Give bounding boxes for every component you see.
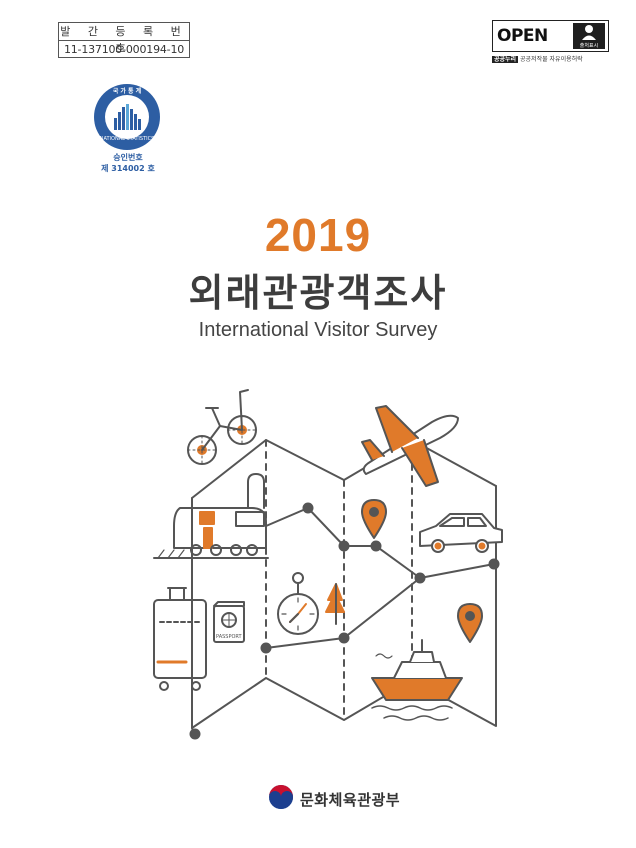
open-license-box: OPEN 출처표시 [492,20,609,52]
route-node [414,572,426,584]
passport-label: PASSPORT [216,634,243,640]
train-icon [153,473,269,559]
airplane-icon [361,405,459,487]
route-node [338,540,350,552]
compass-icon [277,572,319,635]
approval-number: 제 314002 호 [101,164,155,173]
registration-number-box: 발 간 등 록 번 호 11-137100-000194-10 [58,22,190,58]
route-node [260,642,272,654]
pine-tree-icon [325,583,345,625]
publisher-name: 문화체육관광부 [300,790,401,809]
taegeuk-icon [268,784,294,814]
kogl-description: 공공저작물 자유이용허락 [520,56,583,63]
seal-top-text: 국 가 통 계 [112,88,142,95]
attribution-caption: 출처표시 [579,43,599,49]
statistics-approval: 승인번호 제 314002 호 [82,152,174,174]
cover-year: 2019 [264,209,372,261]
route-node [302,502,314,514]
seal-ring-text: NATIONAL STATISTICS [99,136,155,142]
suitcase-icon [153,587,207,691]
ship-icon [371,639,463,721]
route-node [488,558,500,570]
open-text: OPEN [497,26,548,46]
bicycle-icon [187,389,257,465]
attribution-person-icon: 출처표시 [573,23,605,49]
route-node [189,728,201,740]
registration-number: 11-137100-000194-10 [63,43,185,56]
publisher-logo: 문화체육관광부 [268,784,408,814]
kogl-label: 공공누리 [492,56,519,63]
map-pin-icon [457,603,483,643]
map-pin-icon [361,499,387,539]
cover-title-english: International Visitor Survey [198,319,438,341]
car-icon [419,513,503,553]
travel-map-illustration: PASSPORT [140,378,520,743]
open-license-badge: OPEN 출처표시 공공누리 공공저작물 자유이용허락 [492,20,609,64]
route-node [370,540,382,552]
registration-label: 발 간 등 록 번 호 [59,25,189,55]
cover-title-korean: 외래관광객조사 [188,271,448,315]
route-node [338,632,350,644]
open-license-caption: 공공누리 공공저작물 자유이용허락 [492,54,609,63]
approval-label: 승인번호 [113,153,143,162]
